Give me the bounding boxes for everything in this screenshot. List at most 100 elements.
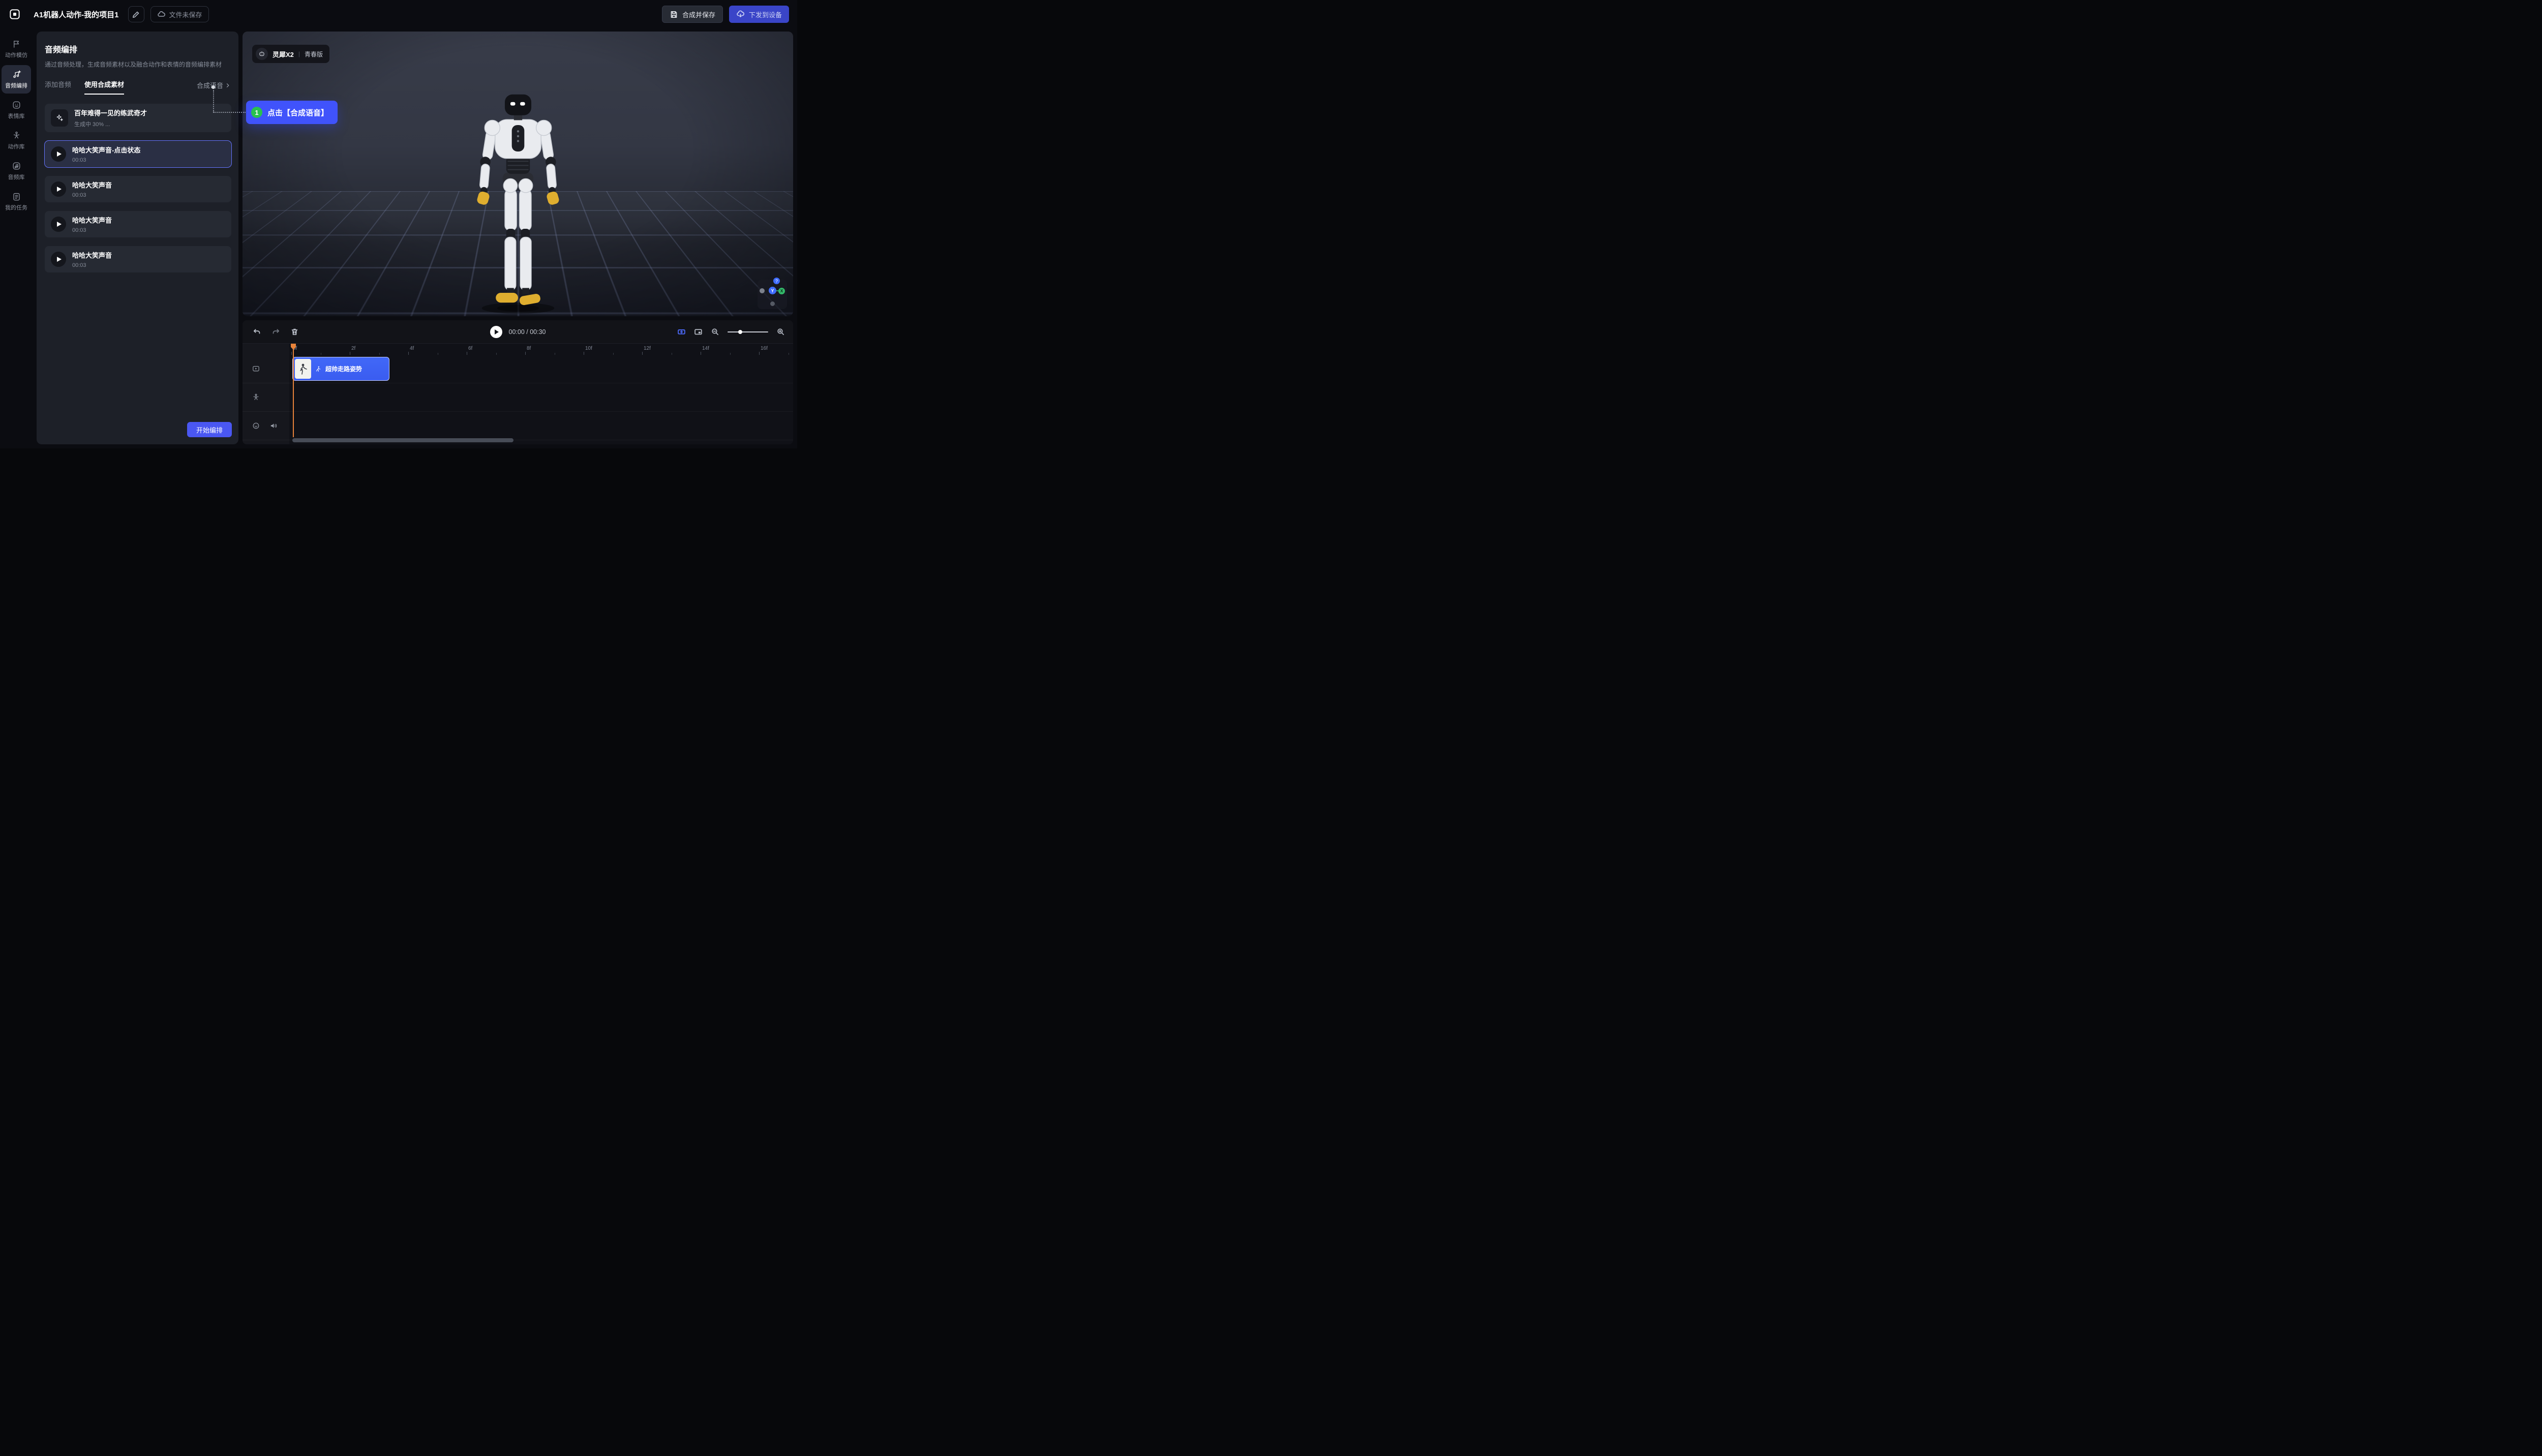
panel-subtitle: 通过音频处理，生成音频素材以及融合动作和表情的音频编排素材	[45, 60, 231, 69]
ruler-mark: 16f	[759, 344, 793, 355]
audio-item[interactable]: 哈哈大笑声音 00:03	[45, 176, 231, 202]
orientation-gizmo[interactable]: ? Y X	[758, 280, 787, 309]
app-window: A1机器人动作-我的项目1 文件未保存 合成并保存 下发到设备 动作模仿	[0, 0, 797, 448]
timeline-content[interactable]: 0f 2f 4f 6f 8f 10f 12f 14f 16f	[289, 344, 793, 444]
timeline-zoom-slider[interactable]	[728, 331, 768, 332]
slider-knob[interactable]	[738, 330, 742, 334]
guide-step-badge: 1	[251, 107, 262, 118]
audio-item-generating[interactable]: 百年难得一见的练武奇才 生成中 30% ...	[45, 104, 231, 132]
audio-item-text: 哈哈大笑声音 00:03	[72, 180, 112, 198]
sidebar-item-label: 音频库	[8, 173, 25, 181]
gizmo-axis-dot[interactable]	[770, 301, 775, 306]
topbar-actions: 合成并保存 下发到设备	[662, 6, 789, 23]
audio-item-duration: 00:03	[72, 157, 140, 163]
timeline-clip[interactable]: 超帅走路姿势	[292, 357, 389, 381]
deploy-button[interactable]: 下发到设备	[729, 6, 789, 23]
audio-item-title: 哈哈大笑声音	[72, 250, 112, 260]
play-button[interactable]	[51, 252, 66, 267]
sidebar-item-audio-library[interactable]: 音频库	[2, 157, 31, 185]
chevron-right-icon	[224, 82, 231, 89]
audio-item[interactable]: 哈哈大笑声音 00:03	[45, 246, 231, 272]
delete-icon[interactable]	[290, 327, 299, 336]
time-display: 00:00 / 00:30	[509, 328, 546, 336]
audio-arrange-icon	[12, 70, 21, 79]
play-triangle-icon	[495, 329, 499, 335]
sidebar-item-label: 我的任务	[5, 203, 27, 211]
viewport-3d[interactable]: 灵犀X2 | 青春版 ? Y X	[243, 32, 793, 316]
save-button[interactable]: 合成并保存	[662, 6, 723, 23]
timeline-ruler[interactable]: 0f 2f 4f 6f 8f 10f 12f 14f 16f	[289, 344, 793, 355]
guide-tooltip-text: 点击【合成语音】	[267, 107, 328, 118]
picture-in-picture-icon[interactable]	[694, 327, 703, 336]
action-library-icon	[12, 131, 21, 140]
track-header-action[interactable]	[243, 383, 289, 412]
unsaved-status-button[interactable]: 文件未保存	[150, 6, 209, 22]
robot-model[interactable]	[441, 87, 594, 316]
play-button[interactable]	[51, 146, 66, 162]
track-lane-audio[interactable]	[289, 412, 793, 440]
zoom-in-icon[interactable]	[776, 327, 785, 336]
model-badge: 灵犀X2 | 青春版	[252, 45, 329, 63]
gizmo-axis-dot[interactable]	[760, 288, 765, 293]
guide-connector-horizontal	[213, 112, 246, 113]
gizmo-axis-x[interactable]: X	[778, 288, 785, 294]
app-logo-icon	[8, 8, 21, 21]
ruler-mark: 2f	[350, 344, 408, 355]
play-button[interactable]	[51, 181, 66, 197]
track-header-motion[interactable]	[243, 355, 289, 383]
track-header-audio[interactable]	[243, 412, 289, 440]
edit-controls	[253, 327, 299, 336]
nav-sidebar: 动作模仿 音频编排 表情库 动作库 音频库 我的任务	[0, 32, 33, 444]
audio-item-text: 哈哈大笑声音-点击状态 00:03	[72, 145, 140, 163]
guide-tooltip: 1 点击【合成语音】	[246, 101, 338, 124]
horizontal-scrollbar[interactable]	[292, 438, 513, 442]
ruler-mark: 0f	[291, 344, 350, 355]
panel-tabs: 添加音频 使用合成素材 合成语音	[45, 79, 231, 95]
audio-item-text: 哈哈大笑声音 00:03	[72, 250, 112, 268]
sidebar-item-my-tasks[interactable]: 我的任务	[2, 187, 31, 216]
play-button[interactable]	[51, 217, 66, 232]
zoom-out-icon[interactable]	[711, 327, 719, 336]
start-arrange-button[interactable]: 开始编排	[187, 422, 232, 437]
audio-item-selected[interactable]: 哈哈大笑声音-点击状态 00:03	[45, 141, 231, 167]
undo-icon[interactable]	[253, 327, 261, 336]
tab-use-synth-material[interactable]: 使用合成素材	[84, 79, 124, 95]
playback-controls: 00:00 / 00:30	[243, 320, 793, 344]
expression-library-icon	[12, 100, 21, 110]
sidebar-item-label: 表情库	[8, 112, 25, 120]
tab-add-audio[interactable]: 添加音频	[45, 79, 71, 95]
ruler-mark: 14f	[701, 344, 759, 355]
unsaved-status-label: 文件未保存	[169, 10, 202, 19]
speaker-icon	[269, 421, 278, 430]
audio-item[interactable]: 哈哈大笑声音 00:03	[45, 211, 231, 237]
sidebar-item-label: 动作库	[8, 142, 25, 150]
top-bar: A1机器人动作-我的项目1 文件未保存 合成并保存 下发到设备	[0, 0, 797, 28]
floppy-icon	[670, 10, 678, 19]
gizmo-axis-y[interactable]: Y	[769, 287, 776, 294]
track-lane-action[interactable]	[289, 383, 793, 412]
model-variant: 青春版	[305, 50, 323, 58]
rename-button[interactable]	[128, 6, 144, 22]
audio-item-text: 百年难得一见的练武奇才 生成中 30% ...	[74, 108, 147, 128]
sidebar-item-action-library[interactable]: 动作库	[2, 126, 31, 155]
redo-icon[interactable]	[271, 327, 280, 336]
gizmo-help-dot[interactable]: ?	[773, 278, 780, 284]
panel-title: 音频编排	[45, 43, 231, 55]
sidebar-item-audio-arrange[interactable]: 音频编排	[2, 65, 31, 94]
ruler-mark: 12f	[642, 344, 701, 355]
timeline: 0f 2f 4f 6f 8f 10f 12f 14f 16f	[243, 344, 793, 444]
pencil-icon	[132, 10, 140, 19]
model-name: 灵犀X2	[273, 49, 294, 59]
clip-thumbnail	[295, 359, 311, 379]
my-tasks-icon	[12, 192, 21, 201]
sidebar-item-expression-library[interactable]: 表情库	[2, 96, 31, 124]
add-track-icon[interactable]	[677, 327, 686, 336]
sidebar-item-motion-imitation[interactable]: 动作模仿	[2, 35, 31, 63]
motion-track-icon	[252, 365, 260, 373]
project-title: A1机器人动作-我的项目1	[34, 9, 119, 20]
ruler-mark: 6f	[467, 344, 525, 355]
sidebar-item-label: 动作模仿	[5, 51, 27, 59]
play-button[interactable]	[490, 326, 502, 338]
model-avatar-icon	[256, 48, 268, 60]
emotion-track-icon	[252, 421, 260, 430]
